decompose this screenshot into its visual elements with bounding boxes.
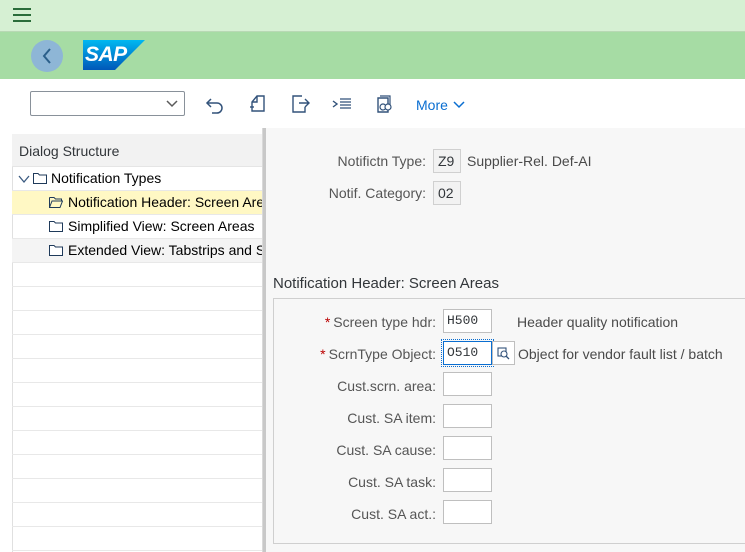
tree-empty-row <box>12 287 262 311</box>
cust-sa-act-input[interactable] <box>443 500 492 524</box>
tree-item-notification-types[interactable]: Notification Types <box>12 167 262 191</box>
cust-sa-act-label: Cust. SA act.: <box>351 506 436 522</box>
screen-type-hdr-label: * Screen type hdr: <box>290 314 436 330</box>
notif-type-label: Notifictn Type: <box>337 153 426 169</box>
folder-open-icon <box>49 197 63 208</box>
copy-as-icon[interactable] <box>248 94 268 114</box>
tree-item-label: Extended View: Tabstrips and Screens <box>68 242 262 258</box>
chevron-left-icon <box>42 48 51 64</box>
sap-logo-text: SAP <box>85 43 127 66</box>
notif-type-desc: Supplier-Rel. Def-AI <box>467 153 592 169</box>
cust-sa-task-label: Cust. SA task: <box>348 474 436 490</box>
folder-icon <box>49 245 63 256</box>
more-button[interactable]: More <box>416 95 465 115</box>
tree-item-label: Simplified View: Screen Areas <box>68 218 255 234</box>
tree-empty-row <box>12 407 262 431</box>
notif-category-field: 02 <box>433 181 461 205</box>
tree-item-notification-header[interactable]: Notification Header: Screen Areas <box>12 191 262 215</box>
tree-empty-row <box>12 359 262 383</box>
scrntype-object-input[interactable]: O510 <box>441 339 494 367</box>
tree-empty-row <box>12 479 262 503</box>
notif-category-label: Notif. Category: <box>328 185 426 201</box>
cust-sa-cause-label: Cust. SA cause: <box>336 442 436 458</box>
cust-sa-cause-input[interactable] <box>443 436 492 460</box>
tree-empty-row <box>12 335 262 359</box>
screen-type-hdr-input[interactable]: H500 <box>443 309 492 333</box>
tree-empty-row <box>12 311 262 335</box>
chevron-down-icon <box>453 101 465 109</box>
back-button[interactable] <box>31 40 63 72</box>
notif-type-field: Z9 <box>433 149 461 173</box>
tree-item-simplified-view[interactable]: Simplified View: Screen Areas <box>12 215 262 239</box>
field-label-text: Screen type hdr: <box>333 314 436 330</box>
tree-empty-row <box>12 431 262 455</box>
tree-empty-row <box>12 503 262 527</box>
tree-empty-row <box>12 383 262 407</box>
dialog-structure-title: Dialog Structure <box>19 143 120 159</box>
cust-scrn-area-input[interactable] <box>443 372 492 396</box>
cust-sa-task-input[interactable] <box>443 468 492 492</box>
hamburger-menu-icon[interactable] <box>13 8 31 22</box>
required-marker: * <box>324 314 331 330</box>
folder-icon <box>49 221 63 232</box>
screen-type-hdr-desc: Header quality notification <box>517 314 679 330</box>
tree-empty-row <box>12 263 262 287</box>
top-bar <box>0 0 745 32</box>
splitter-handle[interactable] <box>263 128 266 552</box>
chevron-down-icon[interactable] <box>18 174 30 184</box>
tree-empty-row <box>12 455 262 479</box>
required-marker: * <box>320 346 326 362</box>
tree-item-label: Notification Types <box>51 170 162 186</box>
export-icon[interactable] <box>290 94 310 114</box>
sap-logo: SAP <box>83 40 145 70</box>
command-field[interactable] <box>30 91 185 116</box>
more-label: More <box>416 97 448 113</box>
value-help-icon <box>497 346 510 359</box>
tree-empty-row <box>12 527 262 551</box>
cust-scrn-area-label: Cust.scrn. area: <box>337 378 436 394</box>
section-title: Notification Header: Screen Areas <box>273 275 499 292</box>
cust-sa-item-label: Cust. SA item: <box>347 410 436 426</box>
undo-icon[interactable] <box>205 94 225 114</box>
value-help-button[interactable] <box>492 341 515 365</box>
field-label-text: ScrnType Object: <box>328 346 436 362</box>
chevron-down-icon[interactable] <box>166 97 178 109</box>
folder-icon <box>33 173 47 184</box>
tree-item-label: Notification Header: Screen Areas <box>68 194 262 210</box>
tree-item-extended-view[interactable]: Extended View: Tabstrips and Screens <box>12 239 262 263</box>
cust-sa-item-input[interactable] <box>443 404 492 428</box>
scrntype-object-label: * ScrnType Object: <box>290 346 436 362</box>
select-all-icon[interactable] <box>332 94 352 114</box>
scrntype-object-desc: Object for vendor fault list / batch <box>518 346 723 362</box>
other-view-icon[interactable] <box>374 94 394 114</box>
